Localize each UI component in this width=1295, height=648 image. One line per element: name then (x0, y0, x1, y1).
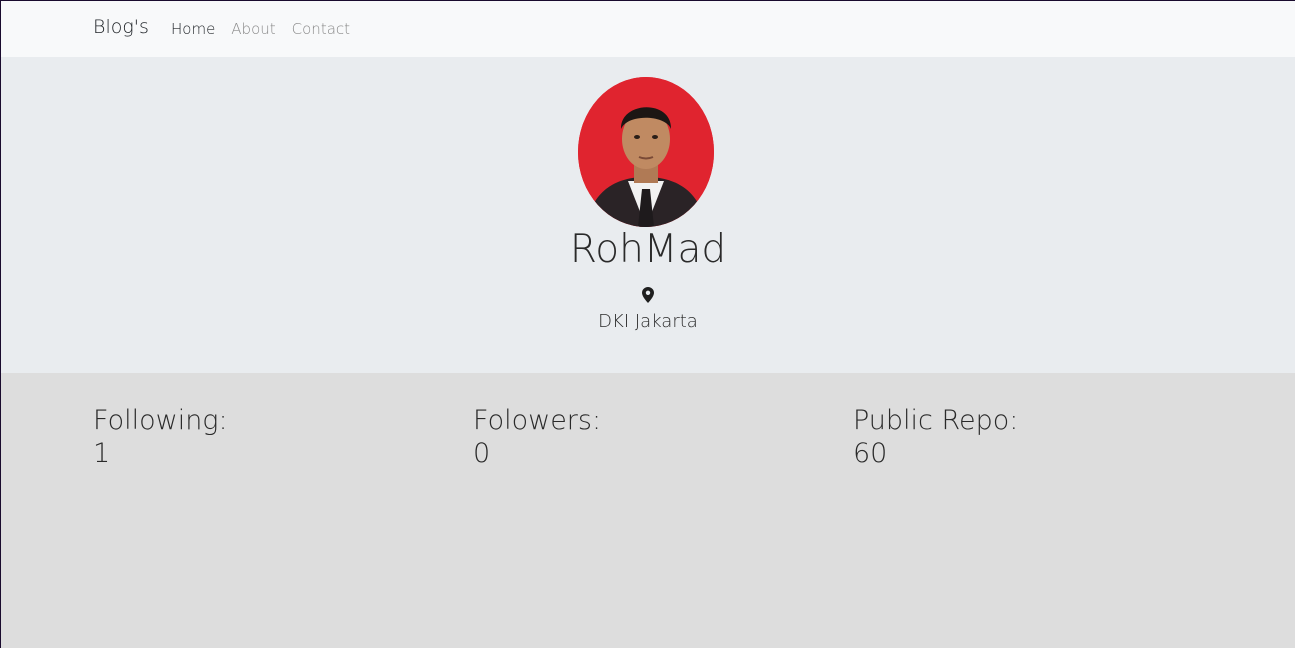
stat-public-repo: Public Repo: 60 (853, 404, 1213, 470)
map-pin-icon (642, 287, 654, 303)
profile-name: RohMad (569, 227, 727, 272)
profile-location: DKI Jakarta (598, 311, 698, 332)
top-navbar: Blog's Home About Contact (1, 1, 1295, 57)
nav-menu: Home About Contact (171, 20, 350, 38)
stat-label: Following: (93, 405, 228, 436)
stat-label: Public Repo: (853, 405, 1019, 436)
profile-jumbotron: RohMad DKI Jakarta (1, 57, 1295, 373)
nav-item-home[interactable]: Home (171, 20, 215, 38)
stat-value: 60 (853, 438, 888, 469)
brand-link[interactable]: Blog's (93, 16, 149, 38)
stat-label: Folowers: (473, 405, 602, 436)
stat-value: 1 (93, 438, 111, 469)
stat-value: 0 (473, 438, 491, 469)
avatar (578, 77, 714, 227)
nav-item-contact[interactable]: Contact (292, 20, 350, 38)
stat-following: Following: 1 (93, 404, 453, 470)
stat-followers: Folowers: 0 (473, 404, 833, 470)
nav-item-about[interactable]: About (231, 20, 275, 38)
avatar-photo (578, 77, 714, 227)
